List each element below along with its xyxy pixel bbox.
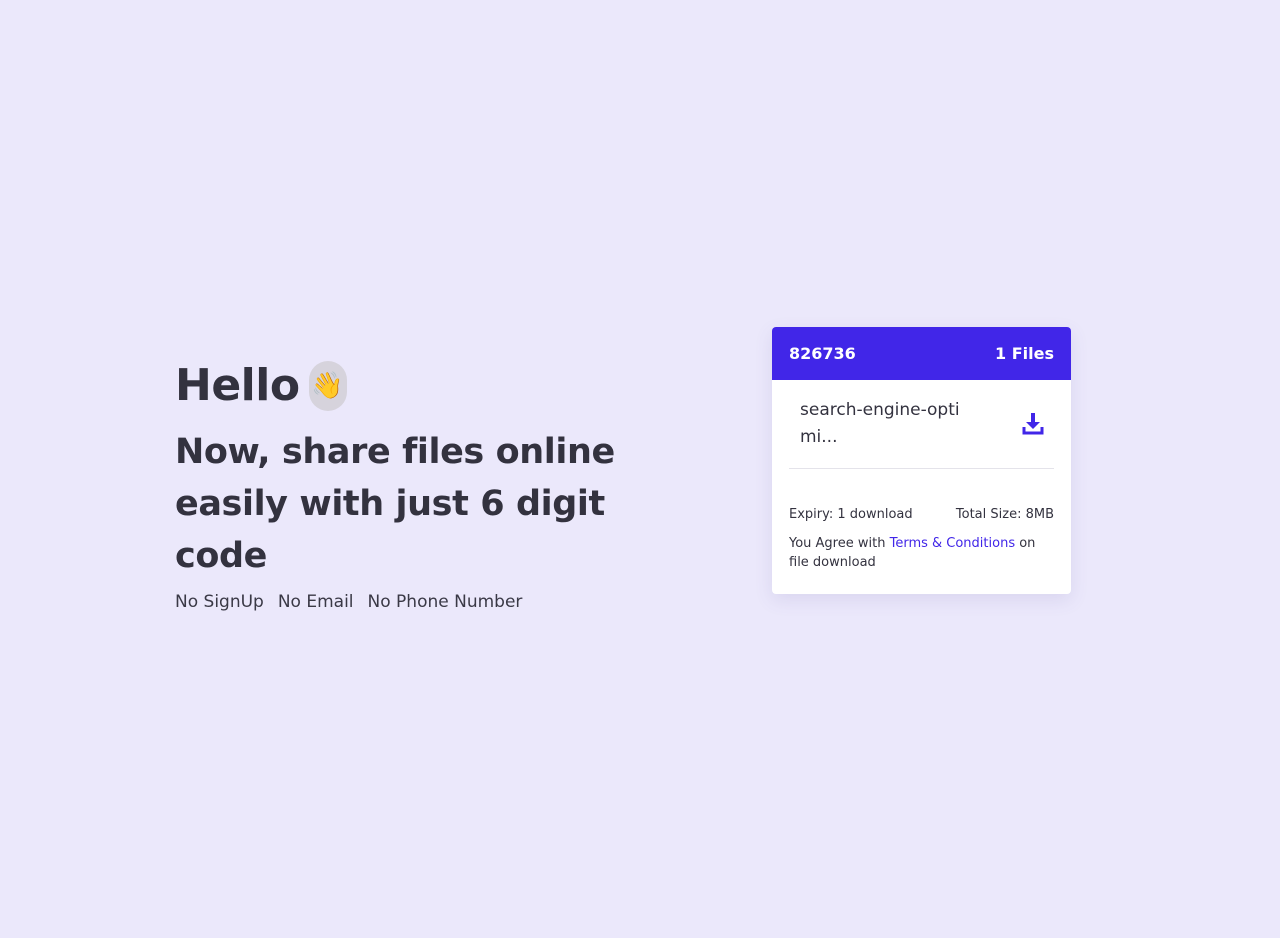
terms-notice: You Agree with Terms & Conditions on fil… <box>789 534 1054 572</box>
card-header: 826736 1 Files <box>772 327 1071 380</box>
terms-prefix: You Agree with <box>789 536 890 551</box>
share-code: 826736 <box>789 344 856 363</box>
feature-no-phone: No Phone Number <box>367 592 523 612</box>
feature-no-email: No Email <box>277 592 354 612</box>
file-name: search-engine-optimi... <box>800 400 960 447</box>
file-count: 1 Files <box>995 344 1054 363</box>
share-card: 826736 1 Files search-engine-optimi... E… <box>772 327 1071 594</box>
download-button[interactable] <box>1018 409 1048 439</box>
file-row: search-engine-optimi... <box>789 380 1054 469</box>
greeting-row: Hello 👋 <box>175 358 695 414</box>
hero-section: Hello 👋 Now, share files online easily w… <box>175 358 695 612</box>
file-meta: Expiry: 1 download Total Size: 8MB <box>789 507 1054 522</box>
feature-list: No SignUp No Email No Phone Number <box>175 592 695 612</box>
expiry-text: Expiry: 1 download <box>789 507 913 522</box>
download-icon <box>1022 413 1044 435</box>
greeting-text: Hello <box>175 360 300 411</box>
feature-no-signup: No SignUp <box>175 592 264 612</box>
hero-headline: Now, share files online easily with just… <box>175 432 615 576</box>
terms-link[interactable]: Terms & Conditions <box>890 536 1016 551</box>
waving-hand-icon: 👋 <box>308 361 347 411</box>
total-size-text: Total Size: 8MB <box>955 507 1054 522</box>
page: Hello 👋 Now, share files online easily w… <box>0 0 1280 938</box>
